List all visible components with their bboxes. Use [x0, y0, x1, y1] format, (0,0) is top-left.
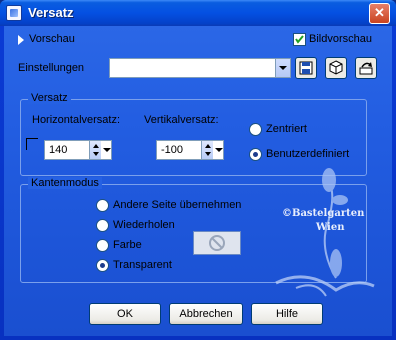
chevron-down-icon: [215, 148, 223, 152]
expand-triangle-icon[interactable]: [16, 35, 26, 45]
color-label: Farbe: [113, 239, 142, 251]
settings-label: Einstellungen: [18, 62, 85, 74]
vertical-offset-value: -100: [161, 144, 184, 156]
load-preset-button[interactable]: [325, 57, 347, 79]
horizontal-offset-label: Horizontalversatz:: [32, 114, 121, 126]
ok-button[interactable]: OK: [89, 303, 161, 325]
window-icon: [6, 5, 22, 21]
dialog-client: Vorschau Bildvorschau Einstellungen Vers…: [4, 26, 392, 336]
settings-dropdown[interactable]: [109, 58, 291, 78]
offset-group: [20, 99, 367, 176]
no-color-icon: [209, 235, 225, 251]
horizontal-dropdown-button[interactable]: [102, 141, 112, 159]
reset-button[interactable]: [355, 57, 377, 79]
settings-dropdown-button[interactable]: [275, 59, 290, 77]
centered-label: Zentriert: [266, 123, 307, 135]
chevron-down-icon: [103, 148, 111, 152]
custom-radio[interactable]: [249, 148, 262, 161]
save-preset-button[interactable]: [295, 57, 317, 79]
offset-group-title: Versatz: [28, 92, 71, 104]
transparent-label: Transparent: [113, 259, 172, 271]
color-swatch[interactable]: [193, 231, 241, 255]
dialog-window: Versatz ✕ Vorschau Bildvorschau Einstell…: [0, 0, 396, 340]
save-icon: [299, 61, 313, 75]
link-values-toggle[interactable]: [26, 138, 38, 150]
watermark-line-1: ©Bastelgarten: [282, 208, 365, 219]
image-preview-checkbox[interactable]: [293, 33, 306, 46]
custom-label: Benutzerdefiniert: [266, 148, 350, 160]
watermark-flowers: [266, 168, 376, 298]
repeat-radio[interactable]: [96, 219, 109, 232]
edge-mode-title: Kantenmodus: [28, 177, 102, 189]
window-title: Versatz: [28, 5, 74, 20]
image-preview-label: Bildvorschau: [309, 33, 372, 45]
centered-radio[interactable]: [249, 123, 262, 136]
reset-icon: [359, 62, 373, 75]
vertical-dropdown-button[interactable]: [214, 141, 224, 159]
vertical-offset-input[interactable]: -100: [156, 140, 224, 160]
repeat-label: Wiederholen: [113, 219, 175, 231]
color-radio[interactable]: [96, 239, 109, 252]
wrap-label: Andere Seite übernehmen: [113, 199, 242, 211]
vertical-spinner[interactable]: [201, 141, 213, 159]
horizontal-offset-value: 140: [49, 144, 68, 156]
close-button[interactable]: ✕: [369, 3, 390, 24]
title-bar[interactable]: Versatz ✕: [0, 0, 396, 26]
wrap-radio[interactable]: [96, 199, 109, 212]
cancel-button[interactable]: Abbrechen: [169, 303, 243, 325]
horizontal-spinner[interactable]: [89, 141, 101, 159]
watermark-line-2: Wien: [316, 222, 345, 233]
help-button[interactable]: Hilfe: [251, 303, 323, 325]
horizontal-offset-input[interactable]: 140: [44, 140, 112, 160]
preview-toggle-label[interactable]: Vorschau: [29, 33, 75, 45]
vertical-offset-label: Vertikalversatz:: [144, 114, 219, 126]
cube-icon: [329, 60, 343, 75]
transparent-radio[interactable]: [96, 259, 109, 272]
chevron-down-icon: [279, 66, 287, 70]
